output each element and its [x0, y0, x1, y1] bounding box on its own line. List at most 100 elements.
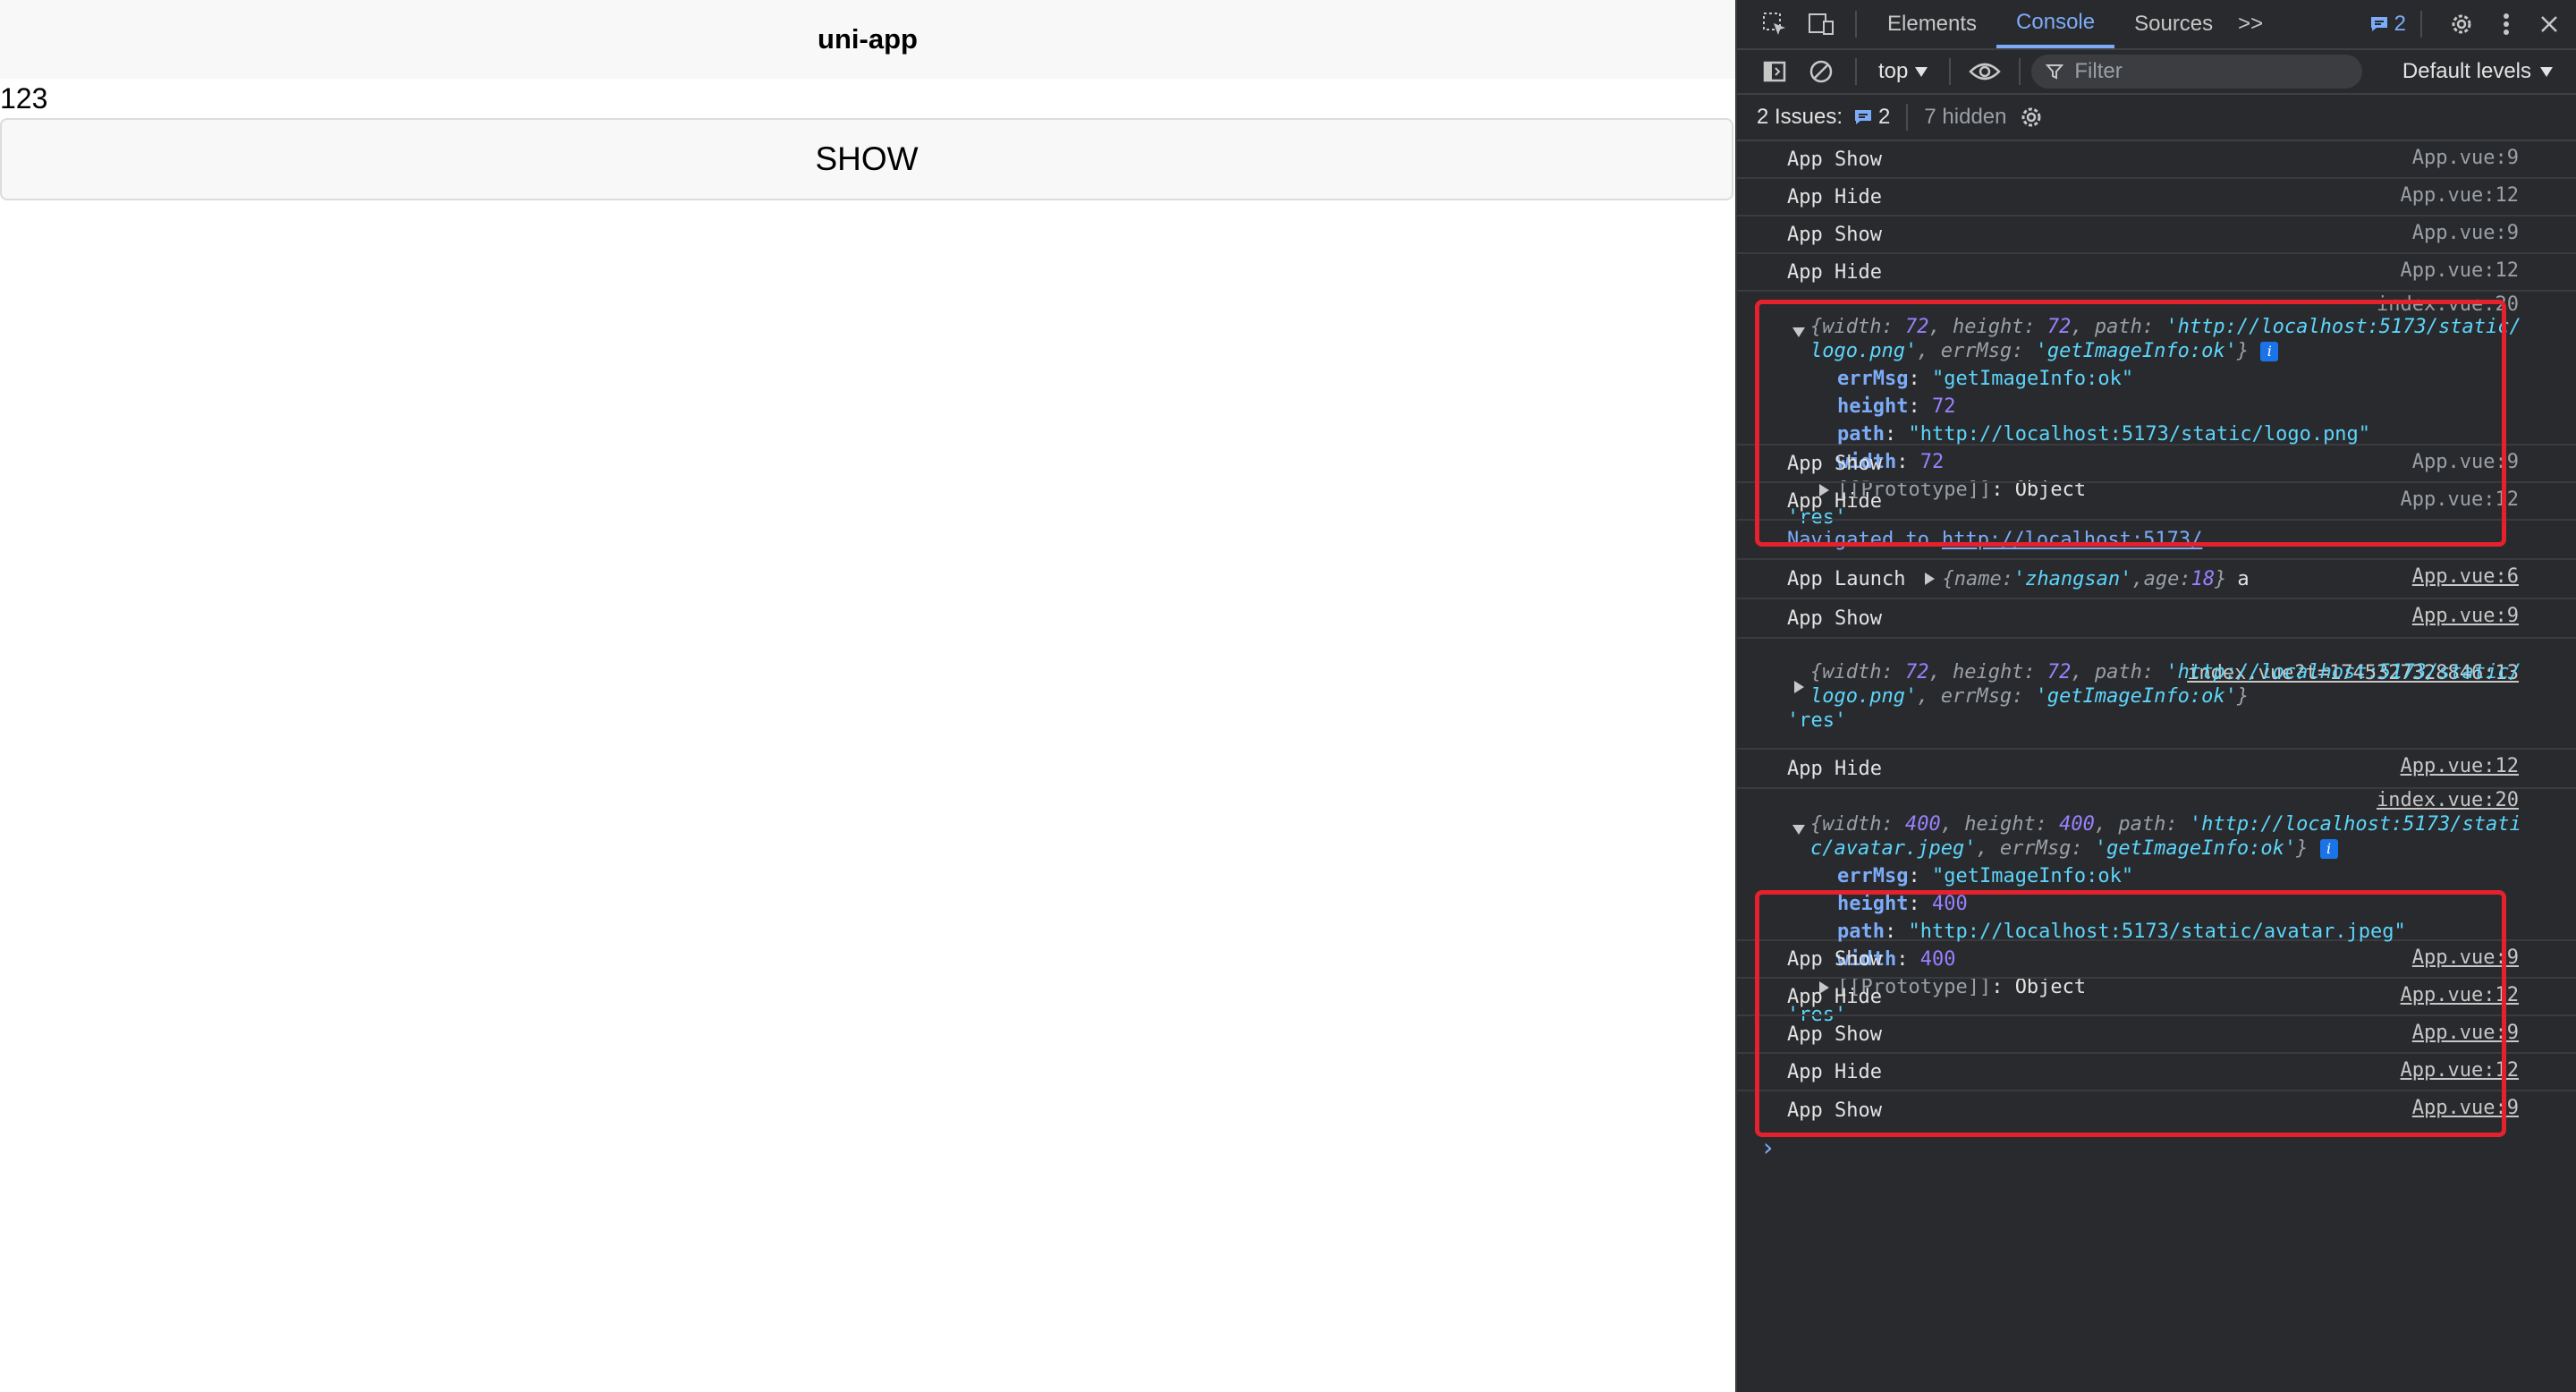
source-link[interactable]: App.vue:9	[2412, 946, 2519, 969]
source-link[interactable]: App.vue:9	[2412, 451, 2519, 473]
issues-count: 2	[1878, 105, 1891, 129]
inspect-element-icon[interactable]	[1751, 1, 1798, 47]
issues-badge-count: 2	[2394, 12, 2406, 36]
tab-console[interactable]: Console	[1996, 0, 2115, 48]
summary-key: name	[1953, 567, 2002, 590]
object-summary-cont: c/avatar.jpeg', errMsg: 'getImageInfo:ok…	[1737, 835, 2576, 862]
close-icon[interactable]	[2526, 1, 2572, 47]
property-key: errMsg	[1837, 865, 1909, 887]
issues-hidden-count[interactable]: 7 hidden	[1924, 105, 2006, 130]
object-property: height: 400	[1837, 893, 1968, 915]
expand-triangle-icon[interactable]	[1792, 327, 1805, 337]
summary-value: c/avatar.jpeg'	[1810, 837, 1977, 860]
property-key: path	[1837, 423, 1885, 446]
log-row: App Show App.vue:9	[1737, 1091, 2576, 1129]
log-text: App Hide	[1787, 489, 1882, 513]
log-levels-dropdown[interactable]: Default levels	[2402, 59, 2553, 84]
source-link[interactable]: App.vue:9	[2412, 1022, 2519, 1044]
devtools-tabbar: Elements Console Sources >> 2	[1737, 0, 2576, 50]
chevron-down-icon	[1915, 66, 1928, 77]
summary-value: 72	[2046, 661, 2072, 683]
source-link[interactable]: App.vue:9	[2412, 222, 2519, 244]
navigated-url-link[interactable]: http://localhost:5173/	[1942, 529, 2202, 551]
summary-value: logo.png'	[1810, 685, 1918, 708]
log-object-expanded: index.vue:20 {width: 72, height: 72, pat…	[1737, 292, 2576, 529]
info-icon[interactable]: i	[2319, 839, 2338, 859]
log-row: App Launch {name: 'zhangsan', age: 18} a…	[1737, 560, 2576, 599]
show-button[interactable]: SHOW	[0, 118, 1733, 200]
expand-triangle-icon[interactable]	[1925, 573, 1936, 585]
page-title: uni-app	[818, 23, 918, 55]
log-text: App Launch	[1787, 567, 1906, 590]
log-row: App Hide App.vue:12	[1737, 483, 2576, 521]
source-link[interactable]: App.vue:9	[2412, 1097, 2519, 1119]
device-toolbar-icon[interactable]	[1798, 1, 1844, 47]
toolbar-divider	[2420, 11, 2422, 38]
log-object-collapsed: index.vue?t=1745327328846:13 {width: 72,…	[1737, 658, 2576, 750]
eye-icon[interactable]	[1962, 48, 2008, 95]
log-row: App Show App.vue:9	[1737, 1016, 2576, 1054]
object-property: height: 72	[1837, 395, 1956, 418]
source-link[interactable]: App.vue:12	[2401, 984, 2519, 1006]
issues-counter[interactable]: 2	[2369, 12, 2406, 37]
info-icon[interactable]: i	[2260, 342, 2279, 361]
source-link[interactable]: App.vue:6	[2412, 565, 2519, 588]
object-property: errMsg: "getImageInfo:ok"	[1837, 368, 2134, 390]
message-icon	[1855, 110, 1872, 124]
summary-value: 18	[2190, 567, 2216, 590]
summary-key: age	[2143, 567, 2180, 590]
property-key: height	[1837, 893, 1909, 915]
source-link[interactable]: App.vue:12	[2401, 488, 2519, 511]
prompt-chevron-icon: ›	[1760, 1133, 1775, 1162]
message-icon	[2370, 17, 2387, 31]
tab-elements[interactable]: Elements	[1868, 0, 1996, 48]
summary-value: 72	[1904, 316, 1929, 338]
log-row: App Show App.vue:9	[1737, 216, 2576, 254]
navigation-bar: uni-app	[0, 0, 1735, 79]
log-levels-label: Default levels	[2402, 59, 2531, 83]
tab-sources[interactable]: Sources	[2114, 0, 2233, 48]
log-text: App Show	[1787, 947, 1882, 971]
issues-link[interactable]: 2	[1853, 105, 1890, 130]
log-text: a	[2237, 567, 2250, 590]
toolbar-divider	[1906, 104, 1909, 131]
context-select[interactable]: top	[1868, 59, 1938, 84]
source-link[interactable]: index.vue:20	[2377, 789, 2519, 811]
summary-value: 'http://localhost:5173/static/	[2165, 661, 2521, 683]
summary-close: }	[2215, 567, 2227, 590]
context-value: top	[1878, 59, 1909, 83]
source-link[interactable]: App.vue:12	[2401, 259, 2519, 282]
log-row: App Hide App.vue:12	[1737, 750, 2576, 789]
log-row: App Hide App.vue:12	[1737, 979, 2576, 1016]
sidebar-toggle-icon[interactable]	[1751, 48, 1798, 95]
property-key: errMsg	[1837, 368, 1909, 390]
source-link[interactable]: App.vue:12	[2401, 755, 2519, 777]
log-text: App Show	[1787, 1099, 1882, 1122]
clear-console-icon[interactable]	[1798, 48, 1844, 95]
log-row: App Show App.vue:9	[1737, 141, 2576, 179]
filter-input[interactable]: Filter	[2031, 55, 2363, 89]
toolbar-divider	[2019, 58, 2021, 85]
console-settings-gear-icon[interactable]	[2018, 104, 2045, 131]
filter-placeholder: Filter	[2074, 59, 2123, 83]
property-value: "http://localhost:5173/static/logo.png"	[1908, 423, 2371, 446]
source-link[interactable]: App.vue:12	[2401, 184, 2519, 207]
summary-value: logo.png'	[1810, 340, 1918, 362]
source-link[interactable]: App.vue:9	[2412, 147, 2519, 169]
expand-triangle-icon[interactable]	[1792, 825, 1805, 835]
summary-value: 'http://localhost:5173/stati	[2189, 813, 2521, 836]
summary-key: width:	[1822, 316, 1905, 338]
chevron-down-icon	[2540, 66, 2553, 77]
kebab-menu-icon[interactable]	[2483, 1, 2529, 47]
more-tabs-button[interactable]: >>	[2233, 0, 2268, 48]
source-link[interactable]: App.vue:12	[2401, 1059, 2519, 1082]
console-prompt-row[interactable]: ›	[1737, 1129, 2576, 1172]
summary-value: 400	[2059, 813, 2095, 836]
summary-value: 400	[1904, 813, 1941, 836]
source-link[interactable]: App.vue:9	[2412, 605, 2519, 627]
log-row: App Show App.vue:9	[1737, 599, 2576, 639]
settings-gear-icon[interactable]	[2438, 1, 2485, 47]
log-text: App Show	[1787, 148, 1882, 171]
counter-text: 123	[0, 82, 48, 115]
property-value: "getImageInfo:ok"	[1931, 865, 2134, 887]
